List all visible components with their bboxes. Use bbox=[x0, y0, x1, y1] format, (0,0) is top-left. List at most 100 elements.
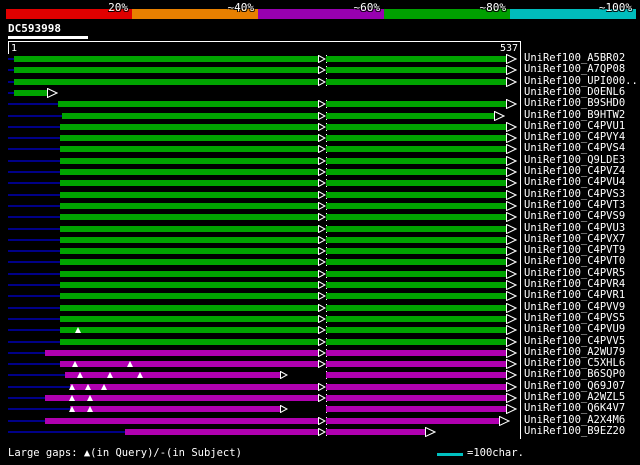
alignment-bar[interactable] bbox=[326, 135, 507, 142]
alignment-bar[interactable] bbox=[60, 259, 318, 266]
alignment-bar[interactable] bbox=[60, 304, 318, 311]
alignment-bar[interactable] bbox=[45, 395, 318, 401]
alignment-bar[interactable] bbox=[326, 112, 495, 119]
unaligned-lead-line bbox=[8, 182, 60, 185]
color-key-label-2: ~60% bbox=[353, 1, 381, 14]
alignment-bar[interactable] bbox=[14, 78, 318, 85]
alignment-bar[interactable] bbox=[60, 202, 318, 209]
alignment-bar[interactable] bbox=[65, 372, 280, 379]
alignment-bar[interactable] bbox=[60, 214, 318, 221]
alignment-bar[interactable] bbox=[326, 169, 507, 175]
arrowhead-icon bbox=[506, 313, 517, 324]
alignment-bar[interactable] bbox=[326, 349, 507, 356]
alignment-bar[interactable] bbox=[326, 248, 507, 255]
alignment-bar[interactable] bbox=[326, 361, 507, 368]
alignment-bar[interactable] bbox=[326, 417, 500, 424]
alignment-bar[interactable] bbox=[326, 236, 507, 243]
unaligned-lead-line bbox=[8, 363, 60, 366]
gap-chevron-icon bbox=[318, 235, 326, 244]
alignment-bar[interactable] bbox=[60, 338, 318, 345]
unaligned-lead-line bbox=[8, 103, 58, 106]
gap-chevron-icon bbox=[318, 269, 326, 278]
gap-chevron-icon bbox=[318, 281, 326, 289]
alignment-bar[interactable] bbox=[60, 146, 318, 153]
gap-chevron-icon bbox=[318, 427, 326, 436]
hit-label[interactable]: UniRef100_B9SHD0 bbox=[524, 98, 625, 110]
alignment-bar[interactable] bbox=[326, 78, 507, 85]
alignment-bar[interactable] bbox=[60, 191, 318, 198]
alignment-bar[interactable] bbox=[45, 417, 318, 424]
arrowhead-icon bbox=[506, 65, 517, 76]
alignment-bar[interactable] bbox=[326, 270, 507, 277]
hit-label[interactable]: UniRef100_C4PVS9 bbox=[524, 211, 625, 223]
alignment-bar[interactable] bbox=[326, 327, 507, 334]
alignment-bar[interactable] bbox=[326, 56, 507, 62]
unaligned-lead-line bbox=[8, 261, 60, 264]
alignment-bar[interactable] bbox=[60, 361, 318, 368]
alignment-bar[interactable] bbox=[60, 315, 318, 322]
large-gap-triangle-icon bbox=[75, 327, 81, 334]
alignment-bar[interactable] bbox=[326, 180, 507, 187]
hit-label[interactable]: UniRef100_B9EZ20 bbox=[524, 425, 625, 438]
alignment-bar[interactable] bbox=[60, 293, 318, 300]
alignment-bar[interactable] bbox=[60, 282, 318, 288]
unaligned-lead-line bbox=[8, 227, 60, 230]
unaligned-lead-line bbox=[8, 408, 70, 411]
alignment-bar[interactable] bbox=[60, 248, 318, 255]
alignment-bar[interactable] bbox=[14, 56, 318, 62]
alignment-bar[interactable] bbox=[125, 428, 318, 435]
alignment-bar[interactable] bbox=[326, 191, 507, 198]
unaligned-lead-line bbox=[8, 295, 60, 298]
unaligned-lead-line bbox=[8, 216, 60, 219]
alignment-bar[interactable] bbox=[326, 157, 507, 164]
arrowhead-icon bbox=[506, 325, 517, 336]
alignment-bar[interactable] bbox=[326, 293, 507, 300]
alignment-bar[interactable] bbox=[58, 101, 318, 108]
alignment-bar[interactable] bbox=[326, 101, 507, 108]
large-gap-triangle-icon bbox=[87, 406, 93, 413]
arrowhead-icon bbox=[425, 426, 436, 437]
arrowhead-icon bbox=[506, 167, 517, 177]
alignment-bar[interactable] bbox=[60, 270, 318, 277]
alignment-bar[interactable] bbox=[326, 146, 507, 153]
alignment-bar[interactable] bbox=[326, 214, 507, 221]
alignment-bar[interactable] bbox=[326, 315, 507, 322]
unaligned-lead-line bbox=[8, 114, 62, 117]
alignment-bar[interactable] bbox=[60, 236, 318, 243]
alignment-bar[interactable] bbox=[326, 428, 426, 435]
arrowhead-icon bbox=[506, 76, 517, 87]
alignment-bar[interactable] bbox=[70, 383, 318, 390]
alignment-bar[interactable] bbox=[60, 180, 318, 187]
alignment-bar[interactable] bbox=[326, 202, 507, 209]
large-gap-triangle-icon bbox=[87, 395, 93, 401]
arrowhead-icon bbox=[506, 336, 517, 347]
arrowhead-icon bbox=[47, 87, 58, 98]
alignment-bar[interactable] bbox=[60, 157, 318, 164]
alignment-bar[interactable] bbox=[60, 123, 318, 130]
alignment-bar[interactable] bbox=[60, 225, 318, 232]
alignment-bar[interactable] bbox=[326, 338, 507, 345]
arrowhead-icon bbox=[506, 121, 517, 132]
alignment-bar[interactable] bbox=[326, 123, 507, 130]
hit-label[interactable]: UniRef100_C4PVU9 bbox=[524, 324, 625, 336]
alignment-bar[interactable] bbox=[326, 225, 507, 232]
alignment-bar[interactable] bbox=[45, 349, 318, 356]
alignment-bar[interactable] bbox=[326, 259, 507, 266]
alignment-bar[interactable] bbox=[326, 282, 507, 288]
alignment-bar[interactable] bbox=[326, 67, 507, 74]
alignment-bar[interactable] bbox=[62, 112, 318, 119]
alignment-bar[interactable] bbox=[60, 135, 318, 142]
arrowhead-icon bbox=[506, 359, 517, 370]
alignment-bar[interactable] bbox=[326, 406, 507, 413]
alignment-bar[interactable] bbox=[326, 372, 507, 379]
arrowhead-icon bbox=[506, 155, 517, 166]
alignment-bar[interactable] bbox=[14, 89, 48, 96]
alignment-bar[interactable] bbox=[326, 383, 507, 390]
alignment-bar[interactable] bbox=[14, 67, 318, 74]
alignment-bar[interactable] bbox=[60, 169, 318, 175]
gap-chevron-icon bbox=[318, 168, 326, 176]
alignment-bar[interactable] bbox=[60, 327, 318, 334]
alignment-bar[interactable] bbox=[326, 304, 507, 311]
alignment-bar[interactable] bbox=[326, 395, 507, 401]
alignment-bar[interactable] bbox=[70, 406, 280, 413]
